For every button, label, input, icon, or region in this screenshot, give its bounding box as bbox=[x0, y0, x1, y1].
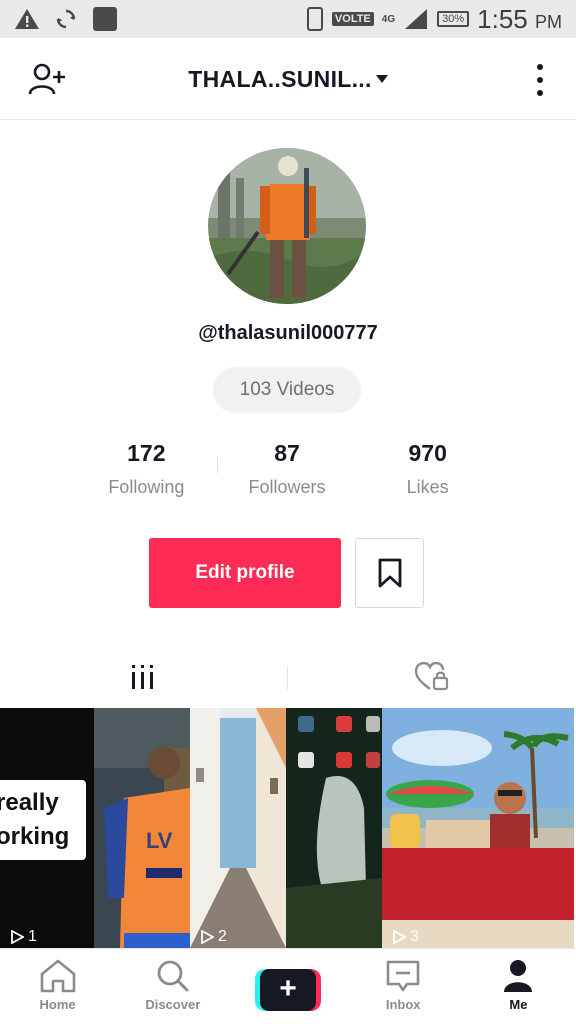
followers-label: Followers bbox=[248, 477, 326, 497]
following-count: 172 bbox=[127, 440, 166, 466]
following-label: Following bbox=[108, 477, 185, 497]
nav-inbox-label: Inbox bbox=[385, 997, 421, 1012]
liked-private-icon bbox=[415, 662, 449, 691]
create-button[interactable]: + bbox=[255, 969, 321, 1011]
phone-icon bbox=[306, 7, 323, 31]
profile-stats: 172 Following 87 Followers 970 Likes bbox=[76, 440, 498, 498]
clock: 1:55 PM bbox=[477, 3, 562, 34]
nav-inbox[interactable]: Inbox bbox=[346, 949, 461, 1024]
bookmark-icon bbox=[378, 558, 401, 588]
likes-label: Likes bbox=[406, 477, 449, 497]
svg-text:LV: LV bbox=[146, 828, 173, 853]
home-icon bbox=[40, 959, 75, 993]
battery-indicator: 30% bbox=[437, 11, 470, 27]
video-thumbnail[interactable] bbox=[286, 708, 382, 948]
chevron-down-icon bbox=[375, 75, 388, 83]
video-thumbnail[interactable]: LV bbox=[94, 708, 190, 948]
video-thumbnail[interactable]: really orking 1 bbox=[0, 708, 94, 948]
tab-divider bbox=[287, 666, 288, 690]
stat-likes[interactable]: 970 Likes bbox=[357, 440, 498, 498]
signal-icon bbox=[405, 9, 428, 29]
app-icon bbox=[93, 7, 117, 31]
videos-grid-icon bbox=[132, 665, 153, 689]
play-icon bbox=[201, 930, 214, 944]
inbox-icon bbox=[386, 960, 420, 992]
video-caption-line: really bbox=[0, 789, 59, 816]
edit-profile-button[interactable]: Edit profile bbox=[149, 538, 341, 608]
stat-followers[interactable]: 87 Followers bbox=[217, 440, 358, 498]
stat-following[interactable]: 172 Following bbox=[76, 440, 217, 498]
nav-me-label: Me bbox=[509, 997, 528, 1012]
nav-discover[interactable]: Discover bbox=[115, 949, 230, 1024]
page-title: THALA..SUNIL... bbox=[188, 66, 372, 92]
search-icon bbox=[157, 960, 189, 992]
profile-icon bbox=[504, 960, 533, 992]
followers-count: 87 bbox=[274, 440, 300, 466]
tab-liked[interactable] bbox=[288, 648, 576, 706]
volte-indicator: VOLTE bbox=[331, 12, 374, 26]
play-icon bbox=[11, 930, 24, 944]
stat-divider bbox=[217, 457, 218, 473]
view-count: 3 bbox=[392, 928, 419, 946]
network-type: 4G bbox=[381, 13, 396, 25]
status-bar: VOLTE 4G 30% 1:55 PM bbox=[0, 0, 576, 38]
nav-me[interactable]: Me bbox=[461, 949, 576, 1024]
nav-create[interactable]: + bbox=[230, 949, 345, 1024]
videos-count-badge: 103 Videos bbox=[213, 367, 361, 413]
sync-icon bbox=[56, 9, 76, 29]
avatar[interactable] bbox=[208, 148, 366, 304]
warning-icon bbox=[15, 9, 39, 29]
profile-tabs bbox=[0, 648, 576, 706]
bottom-nav: Home Discover + Inbox Me bbox=[0, 948, 576, 1024]
plus-icon: + bbox=[260, 969, 316, 1011]
nav-home-label: Home bbox=[39, 997, 76, 1012]
favorites-button[interactable] bbox=[355, 538, 424, 608]
view-count: 1 bbox=[10, 928, 37, 946]
video-thumbnail[interactable]: 2 bbox=[190, 708, 286, 948]
view-count: 2 bbox=[200, 928, 227, 946]
account-switcher[interactable]: THALA..SUNIL... bbox=[0, 66, 576, 93]
play-icon bbox=[393, 930, 406, 944]
video-grid: really orking 1 LV 2 3 bbox=[0, 708, 576, 948]
profile-header: THALA..SUNIL... bbox=[0, 38, 576, 120]
more-vertical-icon[interactable] bbox=[536, 64, 544, 96]
username-handle: @thalasunil000777 bbox=[198, 322, 378, 344]
video-caption-line: orking bbox=[0, 823, 70, 850]
nav-home[interactable]: Home bbox=[0, 949, 115, 1024]
likes-count: 970 bbox=[408, 440, 447, 466]
video-thumbnail[interactable]: 3 bbox=[382, 708, 574, 948]
nav-discover-label: Discover bbox=[145, 997, 201, 1012]
tab-videos[interactable] bbox=[0, 648, 288, 706]
